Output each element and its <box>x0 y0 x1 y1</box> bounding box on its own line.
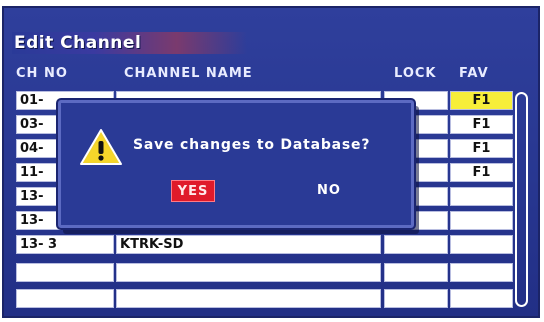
fav-cell[interactable]: F1 <box>450 163 513 182</box>
channel-name-cell: KTRK-SD <box>116 235 381 254</box>
lock-cell[interactable] <box>384 235 448 254</box>
channel-number-cell <box>16 289 114 308</box>
column-header-ch-no: CH NO <box>16 66 68 81</box>
scrollbar[interactable] <box>515 92 528 307</box>
channel-name-cell <box>116 263 381 282</box>
save-confirm-dialog: Save changes to Database? YES NO <box>58 100 414 228</box>
column-header-lock: LOCK <box>394 66 437 81</box>
fav-cell[interactable]: F1 <box>450 139 513 158</box>
lock-cell[interactable] <box>384 289 448 308</box>
fav-cell[interactable] <box>450 263 513 282</box>
fav-cell[interactable] <box>450 235 513 254</box>
table-row[interactable] <box>16 263 513 282</box>
table-row[interactable] <box>16 289 513 308</box>
page-title: Edit Channel <box>14 33 142 53</box>
fav-cell[interactable]: F1 <box>450 115 513 134</box>
fav-cell[interactable] <box>450 289 513 308</box>
dialog-message: Save changes to Database? <box>133 137 371 153</box>
fav-cell[interactable] <box>450 187 513 206</box>
channel-number-cell: 13- 3 <box>16 235 114 254</box>
column-header-fav: FAV <box>459 66 489 81</box>
lock-cell[interactable] <box>384 263 448 282</box>
fav-cell[interactable] <box>450 211 513 230</box>
no-button[interactable]: NO <box>307 180 351 202</box>
warning-icon <box>80 129 122 165</box>
channel-name-cell <box>116 289 381 308</box>
column-header-channel-name: CHANNEL NAME <box>124 66 253 81</box>
table-row[interactable]: 13- 3 KTRK-SD <box>16 235 513 254</box>
yes-button[interactable]: YES <box>171 180 215 202</box>
fav-cell[interactable]: F1 <box>450 91 513 110</box>
channel-number-cell <box>16 263 114 282</box>
